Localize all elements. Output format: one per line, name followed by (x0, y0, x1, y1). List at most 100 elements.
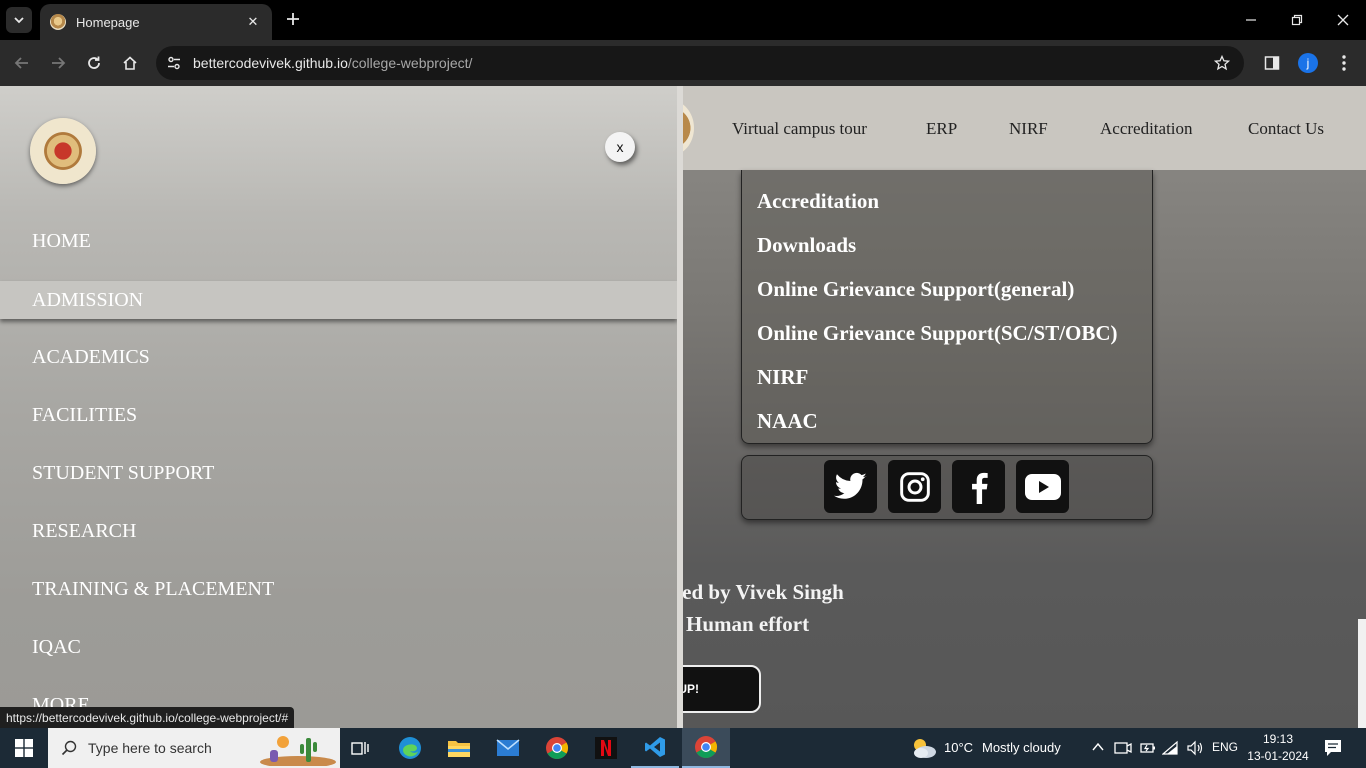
twitter-icon (833, 472, 867, 499)
vscode-button[interactable] (631, 728, 679, 768)
folder-icon (448, 741, 470, 757)
college-logo[interactable] (30, 118, 96, 184)
home-icon (123, 56, 137, 70)
menu-item-student-support[interactable]: STUDENT SUPPORT (0, 454, 677, 492)
windows-logo-icon (15, 739, 33, 757)
system-clock[interactable]: 19:13 13-01-2024 (1246, 731, 1310, 765)
menu-item-admission[interactable]: ADMISSION (0, 281, 677, 319)
file-explorer-button[interactable] (435, 728, 483, 768)
wifi-icon[interactable] (1162, 740, 1178, 756)
link-grievance-general[interactable]: Online Grievance Support(general) (757, 277, 1074, 302)
youtube-icon (1024, 473, 1061, 500)
nav-erp[interactable]: ERP (926, 119, 957, 139)
site-favicon-icon (50, 14, 66, 30)
task-view-button[interactable] (336, 728, 384, 768)
browser-toolbar: bettercodevivek.github.io/college-webpro… (0, 40, 1366, 86)
netflix-button[interactable] (582, 728, 630, 768)
edge-browser-icon (399, 737, 421, 759)
bookmark-button[interactable] (1212, 53, 1232, 73)
human-effort-text: Human effort (686, 612, 810, 636)
browser-menu-button[interactable] (1334, 51, 1354, 75)
close-tab-icon[interactable]: ✕ (244, 14, 262, 30)
instagram-button[interactable] (888, 460, 941, 513)
mail-button[interactable] (484, 728, 532, 768)
menu-item-home[interactable]: HOME (0, 222, 677, 260)
taskbar-search-box[interactable]: Type here to search (48, 728, 340, 768)
page-scrollbar[interactable] (1358, 619, 1366, 728)
forward-button[interactable] (44, 49, 72, 77)
url-path: /college-webproject/ (347, 55, 473, 71)
link-status-bar: https://bettercodevivek.github.io/colleg… (0, 707, 295, 728)
site-info-icon[interactable] (164, 53, 184, 73)
tab-search-button[interactable] (6, 7, 32, 33)
minimize-icon (1246, 19, 1256, 21)
reload-button[interactable] (80, 49, 108, 77)
start-button[interactable] (0, 728, 48, 768)
facebook-button[interactable] (952, 460, 1005, 513)
clock-date: 13-01-2024 (1247, 749, 1309, 763)
edge-taskbar-button[interactable] (386, 728, 434, 768)
new-tab-button[interactable] (282, 8, 304, 30)
search-placeholder: Type here to search (88, 740, 212, 756)
home-button[interactable] (116, 49, 144, 77)
battery-charging-icon[interactable] (1140, 740, 1156, 756)
more-vertical-icon (1342, 55, 1346, 71)
notification-center-icon[interactable] (1324, 739, 1342, 757)
plus-icon (287, 13, 299, 25)
star-icon (1214, 55, 1230, 71)
facebook-icon (971, 472, 988, 504)
chrome-taskbar-button[interactable] (533, 728, 581, 768)
youtube-button[interactable] (1016, 460, 1069, 513)
back-button[interactable] (8, 49, 36, 77)
clock-time: 19:13 (1262, 732, 1294, 746)
chevron-up-icon[interactable] (1092, 742, 1104, 752)
side-panel-icon (1264, 56, 1280, 70)
search-icon (61, 740, 77, 756)
side-menu: x HOME ADMISSION ACADEMICS FACILITIES ST… (0, 86, 677, 728)
nav-nirf[interactable]: NIRF (1009, 119, 1048, 139)
link-accreditation[interactable]: Accreditation (757, 189, 879, 214)
netflix-icon (595, 737, 617, 759)
weather-temperature[interactable]: 10°C (944, 740, 973, 755)
menu-item-academics[interactable]: ACADEMICS (0, 338, 677, 376)
close-window-button[interactable] (1320, 0, 1366, 40)
link-nirf[interactable]: NIRF (757, 365, 808, 390)
profile-avatar[interactable]: j (1298, 53, 1318, 73)
chrome-icon (546, 737, 568, 759)
twitter-button[interactable] (824, 460, 877, 513)
nav-accreditation[interactable]: Accreditation (1100, 119, 1193, 139)
arrow-left-icon (14, 57, 28, 69)
link-grievance-sc-st-obc[interactable]: Online Grievance Support(SC/ST/OBC) (757, 321, 1118, 346)
language-indicator[interactable]: ENG (1212, 740, 1238, 754)
meet-now-icon[interactable] (1114, 740, 1132, 756)
social-links-panel (741, 455, 1153, 520)
restore-button[interactable] (1274, 0, 1320, 40)
menu-item-facilities[interactable]: FACILITIES (0, 396, 677, 434)
menu-item-iqac[interactable]: IQAC (0, 628, 677, 666)
menu-item-research[interactable]: RESEARCH (0, 512, 677, 550)
side-panel-button[interactable] (1260, 51, 1284, 75)
close-menu-button[interactable]: x (605, 132, 635, 162)
chrome-profile-taskbar-button[interactable] (682, 728, 730, 768)
cloudy-weather-icon[interactable] (910, 736, 938, 760)
chrome-icon (695, 736, 717, 758)
minimize-button[interactable] (1228, 0, 1274, 40)
link-naac[interactable]: NAAC (757, 409, 818, 434)
nav-virtual-campus-tour[interactable]: Virtual campus tour (732, 119, 867, 139)
arrow-right-icon (52, 57, 66, 69)
reload-icon (88, 56, 100, 69)
speaker-icon[interactable] (1186, 740, 1204, 756)
browser-tab-bar: Homepage ✕ (0, 0, 1366, 40)
vscode-icon (645, 737, 665, 757)
developer-credit: oped by Vivek Singh (660, 580, 844, 604)
browser-tab[interactable]: Homepage ✕ (40, 4, 272, 40)
desert-cactus-icon (260, 736, 336, 766)
weather-condition[interactable]: Mostly cloudy (982, 740, 1061, 755)
url-domain: bettercodevivek.github.io (193, 55, 348, 71)
nav-contact-us[interactable]: Contact Us (1248, 119, 1324, 139)
address-bar[interactable]: bettercodevivek.github.io/college-webpro… (156, 46, 1244, 80)
url-text: bettercodevivek.github.io/college-webpro… (193, 55, 472, 71)
link-downloads[interactable]: Downloads (757, 233, 856, 258)
close-icon (1337, 14, 1349, 26)
menu-item-training-placement[interactable]: TRAINING & PLACEMENT (0, 570, 677, 608)
